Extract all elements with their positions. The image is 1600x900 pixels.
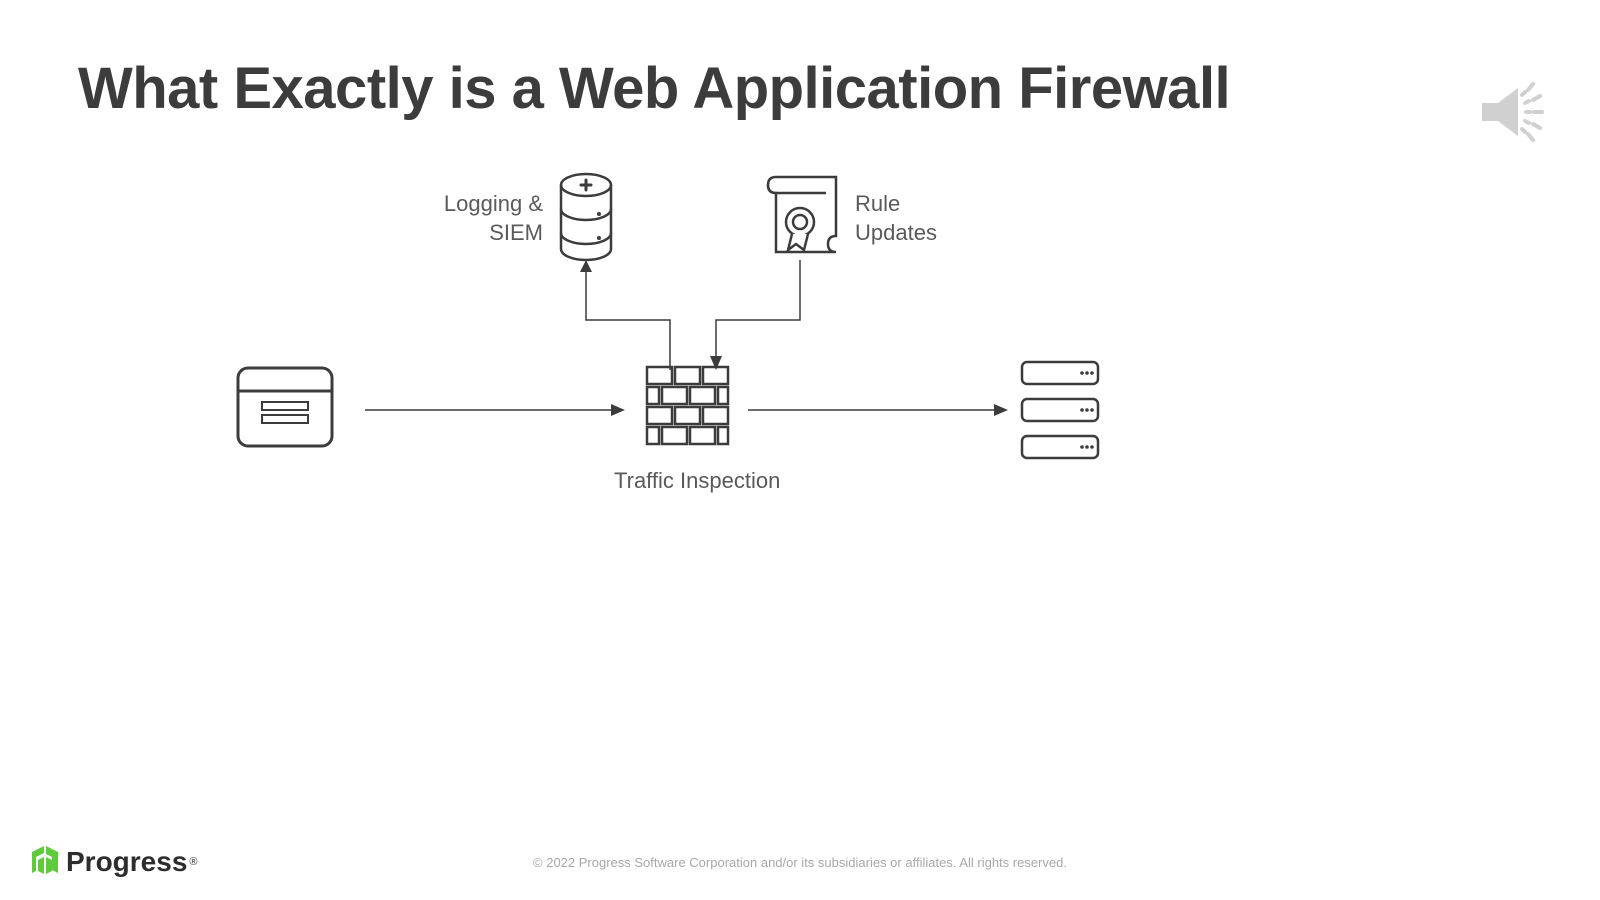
arrow-firewall-to-servers	[748, 400, 1008, 420]
slide-title: What Exactly is a Web Application Firewa…	[78, 55, 1230, 122]
database-icon	[557, 172, 615, 262]
firewall-icon	[645, 365, 730, 455]
arrow-firewall-to-logging	[580, 260, 680, 370]
registered-mark: ®	[189, 856, 197, 868]
arrow-client-to-firewall	[365, 400, 625, 420]
brand-name: Progress	[66, 846, 187, 878]
logging-label: Logging & SIEM	[398, 190, 543, 247]
architecture-diagram: Logging & SIEM Rule Updates Traffic Insp…	[0, 170, 1600, 570]
rules-label: Rule Updates	[855, 190, 937, 247]
speaker-icon	[1470, 70, 1560, 165]
traffic-inspection-label: Traffic Inspection	[614, 467, 780, 496]
browser-icon	[235, 365, 335, 450]
progress-logo: Progress®	[30, 846, 198, 878]
slide-footer: Progress® © 2022 Progress Software Corpo…	[30, 838, 1570, 878]
arrow-rules-to-firewall	[710, 260, 810, 370]
copyright-text: © 2022 Progress Software Corporation and…	[533, 855, 1067, 870]
servers-icon	[1020, 360, 1100, 460]
certificate-icon	[758, 172, 843, 262]
